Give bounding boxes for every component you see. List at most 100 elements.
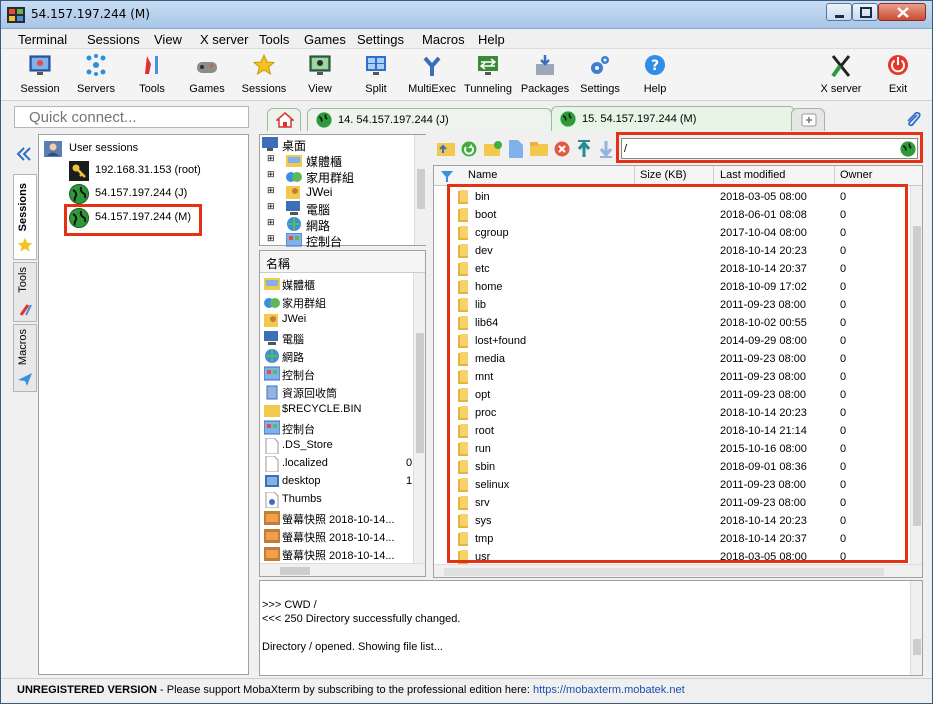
menu-help[interactable]: Help bbox=[478, 32, 505, 47]
log-scroll-thumb[interactable] bbox=[913, 639, 921, 655]
local-list-item[interactable]: 螢幕快照 2018-10-14... bbox=[260, 527, 420, 545]
new-folder-icon[interactable] bbox=[484, 141, 502, 157]
files-scroll-thumb[interactable] bbox=[913, 226, 921, 526]
new-tab-button[interactable] bbox=[791, 108, 825, 131]
toolbar-tools-button[interactable]: Tools bbox=[128, 49, 176, 101]
minimize-button[interactable] bbox=[826, 3, 852, 21]
app-window: 54.157.197.244 (M) Terminal Sessions Vie… bbox=[0, 0, 933, 704]
files-hscrollbar[interactable] bbox=[434, 564, 922, 577]
attach-icon[interactable] bbox=[904, 110, 922, 128]
local-list-item[interactable]: 螢幕快照 2018-10-14... bbox=[260, 509, 420, 527]
menu-view[interactable]: View bbox=[154, 32, 182, 47]
column-name[interactable]: Name bbox=[468, 169, 497, 181]
local-list-item[interactable]: desktop 1 bbox=[260, 473, 420, 491]
close-button[interactable] bbox=[878, 3, 926, 21]
toolbar-session-button[interactable]: Session bbox=[16, 49, 64, 101]
tree-item[interactable]: ⊞ 家用群組 bbox=[260, 168, 415, 185]
tree-root-desktop[interactable]: 桌面 bbox=[260, 136, 415, 153]
menu-terminal[interactable]: Terminal bbox=[18, 32, 67, 47]
star-icon bbox=[253, 54, 275, 76]
local-list-item[interactable]: $RECYCLE.BIN bbox=[260, 401, 420, 419]
tab-session-14[interactable]: 14. 54.157.197.244 (J) bbox=[307, 108, 552, 131]
menu-sessions[interactable]: Sessions bbox=[87, 32, 140, 47]
list-hscrollbar[interactable] bbox=[260, 563, 425, 576]
local-list-item[interactable]: Thumbs bbox=[260, 491, 420, 509]
local-list-size: 1 bbox=[406, 475, 413, 487]
list-hscroll-thumb[interactable] bbox=[280, 567, 310, 575]
user-sessions-root[interactable]: User sessions bbox=[43, 138, 243, 160]
session-item[interactable]: 192.168.31.153 (root) bbox=[43, 160, 243, 182]
local-list-item[interactable]: .DS_Store bbox=[260, 437, 420, 455]
servers-icon bbox=[86, 54, 106, 76]
collapse-chevron-icon[interactable] bbox=[16, 146, 32, 162]
quick-connect-input[interactable] bbox=[15, 107, 248, 127]
title-bar: 54.157.197.244 (M) bbox=[1, 1, 932, 29]
local-list-item[interactable]: 網路 bbox=[260, 347, 420, 365]
column-size[interactable]: Size (KB) bbox=[640, 169, 686, 181]
side-tab-tools[interactable]: Tools bbox=[13, 262, 37, 322]
local-list-item[interactable]: .localized 0 bbox=[260, 455, 420, 473]
toolbar-tunneling-button[interactable]: Tunneling bbox=[461, 49, 515, 101]
tree-scrollbar[interactable] bbox=[414, 135, 426, 245]
user-sessions-icon bbox=[44, 141, 62, 157]
folder-icon[interactable] bbox=[530, 141, 548, 157]
session-item[interactable]: 54.157.197.244 (J) bbox=[43, 183, 243, 205]
highlight-box-path bbox=[616, 132, 923, 163]
menu-xserver[interactable]: X server bbox=[200, 32, 248, 47]
upload-icon[interactable] bbox=[576, 140, 592, 158]
side-tab-macros[interactable]: Macros bbox=[13, 324, 37, 392]
side-tab-sessions[interactable]: Sessions bbox=[13, 174, 37, 260]
new-file-icon[interactable] bbox=[509, 140, 523, 158]
local-list-item[interactable]: 控制台 bbox=[260, 365, 420, 383]
local-list-item[interactable]: 螢幕快照 2018-10-14... bbox=[260, 545, 420, 563]
local-list-item[interactable]: 媒體櫃 bbox=[260, 275, 420, 293]
column-owner[interactable]: Owner bbox=[840, 169, 872, 181]
local-list-item[interactable]: 家用群組 bbox=[260, 293, 420, 311]
list-scrollbar[interactable] bbox=[413, 273, 425, 563]
toolbar-split-button[interactable]: Split bbox=[352, 49, 400, 101]
toolbar-games-button[interactable]: Games bbox=[183, 49, 231, 101]
toolbar-servers-button[interactable]: Servers bbox=[72, 49, 120, 101]
delete-icon[interactable] bbox=[554, 141, 570, 157]
menu-macros[interactable]: Macros bbox=[422, 32, 465, 47]
tree-item[interactable]: ⊞ 控制台 bbox=[260, 232, 415, 249]
tree-item[interactable]: ⊞ 電腦 bbox=[260, 200, 415, 217]
toolbar-sessions-button[interactable]: Sessions bbox=[239, 49, 289, 101]
parent-folder-icon[interactable] bbox=[437, 141, 455, 157]
toolbar-settings-button[interactable]: Settings bbox=[575, 49, 625, 101]
toolbar-xserver-button[interactable]: X server bbox=[813, 49, 869, 101]
download-icon[interactable] bbox=[598, 140, 614, 158]
tab-home[interactable] bbox=[267, 108, 301, 131]
column-modified[interactable]: Last modified bbox=[720, 169, 785, 181]
local-list-item[interactable]: 電腦 bbox=[260, 329, 420, 347]
maximize-button[interactable] bbox=[852, 3, 878, 21]
menu-games[interactable]: Games bbox=[304, 32, 346, 47]
website-link[interactable]: https://mobaxterm.mobatek.net bbox=[533, 684, 685, 696]
filter-icon[interactable] bbox=[440, 169, 454, 183]
recycle-bin-icon bbox=[266, 385, 278, 400]
files-scrollbar[interactable] bbox=[910, 186, 922, 564]
toolbar-exit-button[interactable]: Exit bbox=[875, 49, 921, 101]
local-list-item[interactable]: JWei bbox=[260, 311, 420, 329]
toolbar-help-button[interactable]: ? Help bbox=[632, 49, 678, 101]
toolbar-multiexec-button[interactable]: MultiExec bbox=[406, 49, 458, 101]
log-scrollbar[interactable] bbox=[910, 581, 922, 675]
toolbar-packages-button[interactable]: Packages bbox=[519, 49, 571, 101]
tree-item[interactable]: ⊞ JWei bbox=[260, 184, 415, 200]
toolbar-view-button[interactable]: View bbox=[296, 49, 344, 101]
refresh-icon[interactable] bbox=[461, 141, 477, 157]
files-hscroll-thumb[interactable] bbox=[444, 568, 884, 576]
list-header[interactable]: 名稱 bbox=[260, 251, 425, 273]
local-list-item[interactable]: 控制台 bbox=[260, 419, 420, 437]
tree-scroll-thumb[interactable] bbox=[417, 169, 425, 209]
menu-settings[interactable]: Settings bbox=[357, 32, 404, 47]
library-icon bbox=[264, 278, 280, 290]
menu-tools[interactable]: Tools bbox=[259, 32, 289, 47]
tab-bar: 14. 54.157.197.244 (J) 15. 54.157.197.24… bbox=[255, 106, 932, 131]
local-list-item[interactable]: 資源回收筒 bbox=[260, 383, 420, 401]
tree-item[interactable]: ⊞ 媒體櫃 bbox=[260, 152, 415, 169]
list-scroll-thumb[interactable] bbox=[416, 333, 424, 453]
tree-item[interactable]: ⊞ 網路 bbox=[260, 216, 415, 233]
tab-session-15-active[interactable]: 15. 54.157.197.244 (M) bbox=[551, 106, 795, 131]
log-line: >>> CWD / bbox=[262, 599, 317, 611]
